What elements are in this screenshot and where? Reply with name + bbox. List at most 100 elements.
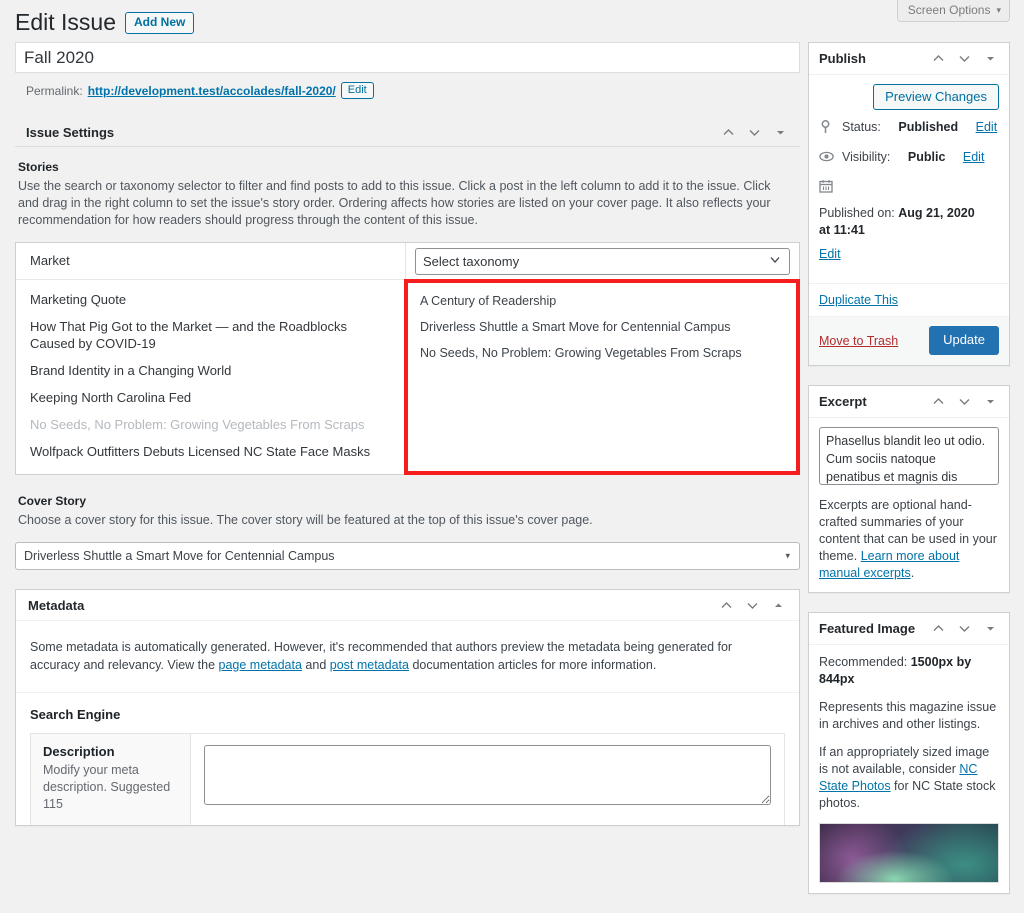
visibility-edit-link[interactable]: Edit bbox=[963, 149, 985, 166]
published-on-label: Published on: bbox=[819, 206, 895, 220]
move-down-icon[interactable] bbox=[746, 124, 763, 141]
list-item[interactable]: Keeping North Carolina Fed bbox=[16, 384, 405, 411]
taxonomy-select[interactable]: Select taxonomy bbox=[415, 247, 790, 275]
visibility-value: Public bbox=[907, 150, 946, 164]
taxonomy-select-row: Select taxonomy bbox=[406, 243, 799, 280]
publish-body: Preview Changes Status: Published Edit V… bbox=[809, 75, 1009, 283]
description-label-cell: Description Modify your meta description… bbox=[31, 734, 191, 825]
page-title: Edit Issue bbox=[15, 9, 116, 35]
move-to-trash-link[interactable]: Move to Trash bbox=[819, 334, 898, 348]
list-item-disabled: No Seeds, No Problem: Growing Vegetables… bbox=[30, 417, 365, 432]
taxonomy-label: Market bbox=[30, 253, 70, 268]
admin-page: Edit Issue Add New Permalink: http://dev… bbox=[0, 0, 1024, 894]
stories-selected-list: A Century of Readership Driverless Shutt… bbox=[406, 280, 799, 388]
duplicate-this-link[interactable]: Duplicate This bbox=[819, 293, 898, 307]
represents-text: Represents this magazine issue in archiv… bbox=[819, 700, 997, 731]
metadata-title: Metadata bbox=[28, 597, 85, 613]
toggle-panel-icon[interactable] bbox=[982, 393, 999, 410]
move-down-icon[interactable] bbox=[744, 597, 761, 614]
move-down-icon[interactable] bbox=[956, 50, 973, 67]
permalink-edit-button[interactable]: Edit bbox=[340, 82, 374, 99]
featured-image-title: Featured Image bbox=[819, 621, 916, 636]
metadata-header: Metadata bbox=[16, 590, 799, 621]
publish-title: Publish bbox=[819, 51, 866, 66]
excerpt-title: Excerpt bbox=[819, 394, 867, 409]
published-on-row: Published on: Aug 21, 2020 at 11:41 Edit bbox=[819, 178, 999, 263]
preview-changes-button[interactable]: Preview Changes bbox=[873, 84, 999, 110]
pin-icon bbox=[819, 119, 835, 139]
toggle-panel-icon[interactable] bbox=[772, 124, 789, 141]
main-column: Permalink: http://development.test/accol… bbox=[15, 42, 800, 826]
featured-image-panel: Featured Image Recommended: 1500px by 84… bbox=[808, 612, 1010, 894]
stories-panel: Market Marketing Quote How That Pig Got … bbox=[15, 242, 800, 475]
description-label: Description bbox=[43, 744, 115, 759]
excerpt-body: Excerpts are optional hand-crafted summa… bbox=[809, 418, 1009, 592]
move-up-icon[interactable] bbox=[930, 620, 947, 637]
status-label: Status: bbox=[842, 120, 881, 134]
cover-story-value: Driverless Shuttle a Smart Move for Cent… bbox=[24, 549, 335, 563]
add-new-button[interactable]: Add New bbox=[125, 11, 195, 34]
list-item[interactable]: Marketing Quote bbox=[16, 286, 405, 313]
list-item[interactable]: No Seeds, No Problem: Growing Vegetables… bbox=[406, 340, 799, 366]
search-engine-title: Search Engine bbox=[30, 707, 121, 722]
publish-footer: Move to Trash Update bbox=[809, 317, 1009, 365]
toggle-panel-icon[interactable] bbox=[982, 50, 999, 67]
list-item[interactable]: A Century of Readership bbox=[406, 288, 799, 314]
sidebar-column: Publish Preview Changes Status: Publishe… bbox=[808, 42, 1010, 913]
featured-image-body: Recommended: 1500px by 844px Represents … bbox=[809, 645, 1009, 893]
metadata-body: Some metadata is automatically generated… bbox=[16, 621, 799, 692]
toggle-panel-icon[interactable] bbox=[982, 620, 999, 637]
permalink-link[interactable]: http://development.test/accolades/fall-2… bbox=[88, 84, 336, 98]
status-edit-link[interactable]: Edit bbox=[976, 119, 998, 136]
list-item[interactable]: Wolfpack Outfitters Debuts Licensed NC S… bbox=[16, 438, 405, 465]
visibility-row: Visibility: Public Edit bbox=[819, 149, 999, 168]
published-on-edit-link[interactable]: Edit bbox=[819, 246, 999, 263]
chevron-down-icon bbox=[769, 254, 781, 269]
cover-story-label: Cover Story bbox=[18, 494, 87, 508]
move-up-icon[interactable] bbox=[720, 124, 737, 141]
recommended-label: Recommended: bbox=[819, 655, 911, 669]
excerpt-header: Excerpt bbox=[809, 386, 1009, 418]
cover-story-description: Choose a cover story for this issue. The… bbox=[18, 513, 593, 527]
move-up-icon[interactable] bbox=[930, 393, 947, 410]
description-textarea[interactable] bbox=[204, 745, 771, 805]
publish-header: Publish bbox=[809, 43, 1009, 75]
stories-description: Use the search or taxonomy selector to f… bbox=[18, 179, 771, 227]
excerpt-help: Excerpts are optional hand-crafted summa… bbox=[819, 497, 999, 582]
excerpt-textarea[interactable] bbox=[819, 427, 999, 485]
excerpt-help-part2: . bbox=[910, 566, 915, 580]
status-value: Published bbox=[898, 120, 959, 134]
status-row: Status: Published Edit bbox=[819, 119, 999, 139]
issue-settings-panel: Issue Settings Stories Use the search or… bbox=[15, 118, 800, 570]
move-down-icon[interactable] bbox=[956, 393, 973, 410]
issue-settings-title: Issue Settings bbox=[26, 124, 115, 140]
taxonomy-label-row: Market bbox=[16, 243, 405, 280]
description-field-cell bbox=[191, 734, 784, 825]
cover-story-select[interactable]: Driverless Shuttle a Smart Move for Cent… bbox=[15, 542, 800, 570]
list-item[interactable]: Driverless Shuttle a Smart Move for Cent… bbox=[406, 314, 799, 340]
update-button[interactable]: Update bbox=[929, 326, 999, 355]
move-up-icon[interactable] bbox=[718, 597, 735, 614]
featured-image-thumbnail[interactable] bbox=[819, 823, 999, 883]
taxonomy-select-value: Select taxonomy bbox=[423, 253, 520, 269]
list-item[interactable]: How That Pig Got to the Market — and the… bbox=[16, 313, 405, 357]
issue-settings-body: Stories Use the search or taxonomy selec… bbox=[15, 147, 800, 570]
stories-available-column: Market Marketing Quote How That Pig Got … bbox=[16, 243, 406, 474]
stories-selected-column: Select taxonomy A Century of Readership … bbox=[406, 243, 799, 474]
list-item[interactable]: Brand Identity in a Changing World bbox=[16, 357, 405, 384]
toggle-panel-icon[interactable] bbox=[770, 597, 787, 614]
visibility-label: Visibility: bbox=[842, 150, 891, 164]
metadata-panel: Metadata Some metadata is automatically … bbox=[15, 589, 800, 826]
eye-icon bbox=[819, 149, 835, 168]
stock-photos-text: If an appropriately sized image is not a… bbox=[819, 744, 999, 812]
calendar-icon bbox=[819, 178, 835, 198]
post-title-input[interactable] bbox=[15, 42, 800, 73]
issue-settings-controls bbox=[720, 124, 789, 141]
page-header: Edit Issue Add New bbox=[15, 8, 195, 37]
duplicate-row: Duplicate This bbox=[809, 284, 1009, 316]
stories-label: Stories bbox=[18, 160, 59, 174]
move-up-icon[interactable] bbox=[930, 50, 947, 67]
chevron-down-icon: ▾ bbox=[785, 550, 790, 561]
featured-image-controls bbox=[930, 620, 999, 637]
move-down-icon[interactable] bbox=[956, 620, 973, 637]
